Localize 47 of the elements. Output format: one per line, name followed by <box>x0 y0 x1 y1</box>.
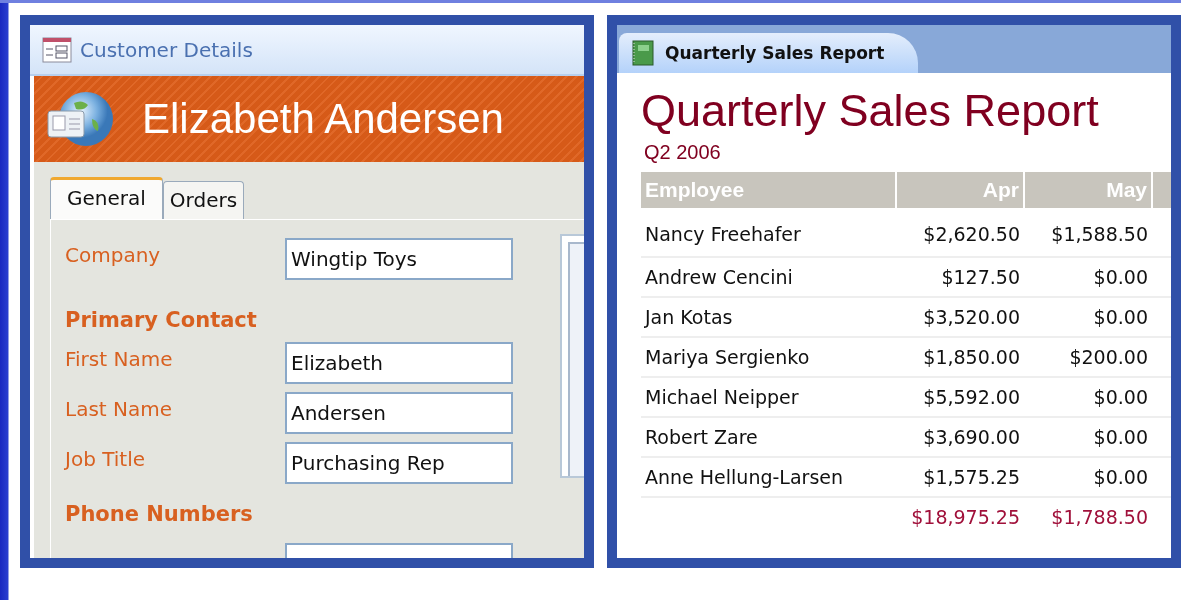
customer-name: Elizabeth Andersen <box>142 95 504 143</box>
table-cell: $3,520.00 <box>896 297 1024 337</box>
table-cell: Anne Hellung-Larsen <box>641 457 896 497</box>
window-title: Customer Details <box>80 37 253 62</box>
text-field[interactable]: Andersen <box>285 392 513 434</box>
table-cell: $200.00 <box>1024 337 1152 377</box>
column-header: Apr <box>896 172 1024 208</box>
table-cell: $0.00 <box>1024 257 1152 297</box>
table-cell: $5,592.00 <box>896 377 1024 417</box>
text-field[interactable]: Wingtip Toys <box>285 238 513 280</box>
table-cell: $0.00 <box>1024 297 1152 337</box>
table-cell: Jan Kotas <box>641 297 896 337</box>
section-heading: Phone Numbers <box>65 501 254 528</box>
table-cell: Mariya Sergienko <box>641 337 896 377</box>
tab[interactable]: General <box>50 177 163 219</box>
report-tab[interactable]: Quarterly Sales Report <box>619 33 919 73</box>
table-cell: Andrew Cencini <box>641 257 896 297</box>
table-cell: $2,620.50 <box>896 208 1024 257</box>
field-label: First Name <box>65 347 174 371</box>
form-icon <box>42 36 72 63</box>
table-cell: $1,850.00 <box>896 337 1024 377</box>
table-cell: $0.00 <box>1024 417 1152 457</box>
table-cell: $127.50 <box>896 257 1024 297</box>
field-label: Last Name <box>65 397 174 421</box>
report-icon <box>631 40 655 66</box>
tab-label: Quarterly Sales Report <box>665 43 885 63</box>
table-cell: $1,575.25 <box>896 457 1024 497</box>
field-label: Company <box>65 243 162 267</box>
report-subtitle: Q2 2006 <box>644 141 722 164</box>
table-cell: $0.00 <box>1024 457 1152 497</box>
table-cell: Robert Zare <box>641 417 896 457</box>
column-header: May <box>1024 172 1152 208</box>
field-label: Job Title <box>65 447 147 471</box>
table-cell: Nancy Freehafer <box>641 208 896 257</box>
column-header: Employee <box>641 172 896 208</box>
report-title: Quarterly Sales Report <box>641 84 1100 138</box>
total-cell: $18,975.25 <box>896 497 1024 536</box>
text-field[interactable]: Purchasing Rep <box>285 442 513 484</box>
total-cell: $1,788.50 <box>1024 497 1152 536</box>
table-cell: $0.00 <box>1024 377 1152 417</box>
section-heading: Primary Contact <box>65 307 258 334</box>
table-cell: $1,588.50 <box>1024 208 1152 257</box>
globe-card-icon <box>44 89 114 149</box>
table-cell: $3,690.00 <box>896 417 1024 457</box>
text-field[interactable]: Elizabeth <box>285 342 513 384</box>
table-cell: Michael Neipper <box>641 377 896 417</box>
tab[interactable]: Orders <box>162 181 245 219</box>
